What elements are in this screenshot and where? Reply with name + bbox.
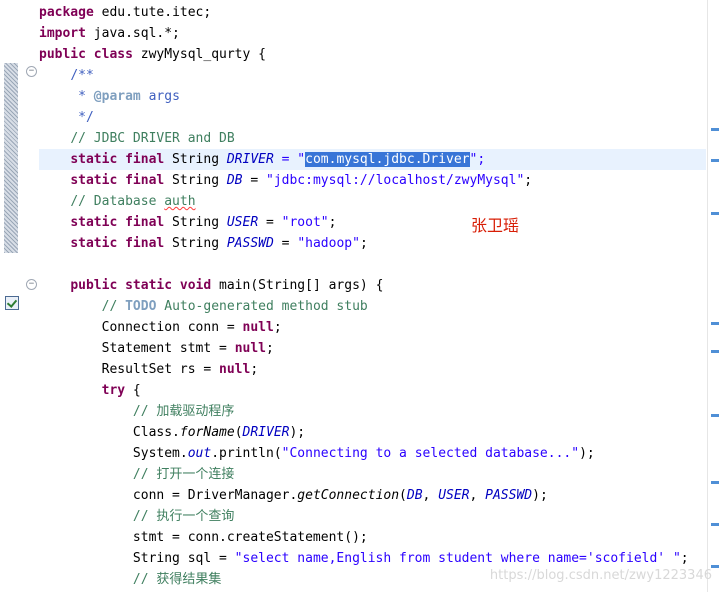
code-editor[interactable]: package edu.tute.itec; import java.sql.*… — [39, 2, 706, 590]
overview-marker[interactable] — [711, 414, 719, 417]
code-line: static final String PASSWD = "hadoop"; — [70, 236, 368, 251]
code-line: // Database auth — [70, 194, 196, 209]
code-line: // 打开一个连接 — [132, 467, 235, 482]
overview-marker[interactable] — [711, 212, 719, 215]
code-line: */ — [70, 110, 94, 125]
overview-marker[interactable] — [711, 128, 719, 131]
overview-ruler[interactable] — [707, 0, 722, 592]
code-line-current: static final String DRIVER = "com.mysql.… — [39, 149, 706, 170]
code-line: stmt = conn.createStatement(); — [132, 530, 368, 545]
code-line: ResultSet rs = null; — [101, 362, 259, 377]
overview-marker[interactable] — [711, 565, 719, 568]
task-marker-icon[interactable] — [5, 296, 19, 310]
code-line: Statement stmt = null; — [101, 341, 274, 356]
code-line: // TODO Auto-generated method stub — [101, 299, 368, 314]
code-line: String sql = "select name,English from s… — [132, 551, 689, 566]
code-line: // 执行一个查询 — [132, 509, 235, 524]
code-line: try { — [101, 383, 141, 398]
watermark: https://blog.csdn.net/zwy1223346 — [489, 568, 712, 583]
code-line: conn = DriverManager.getConnection(DB, U… — [132, 488, 548, 503]
code-line: public class zwyMysql_qurty { — [39, 47, 266, 62]
overview-marker[interactable] — [711, 322, 719, 325]
code-line: Class.forName(DRIVER); — [132, 425, 306, 440]
code-line: /** — [70, 68, 94, 83]
overview-marker[interactable] — [711, 350, 719, 353]
spelling-warning[interactable]: auth — [164, 194, 195, 209]
code-line: public static void main(String[] args) { — [70, 278, 384, 293]
overview-marker[interactable] — [711, 159, 719, 162]
text-selection[interactable]: com.mysql.jdbc.Driver — [305, 152, 470, 167]
fold-toggle-icon[interactable]: − — [26, 66, 37, 77]
code-line: import java.sql.*; — [39, 26, 180, 41]
fold-toggle-icon[interactable]: − — [26, 279, 37, 290]
code-line: static final String USER = "root"; — [70, 215, 337, 230]
code-line: // JDBC DRIVER and DB — [70, 131, 235, 146]
code-line: package edu.tute.itec; — [39, 5, 212, 20]
code-line: // 加载驱动程序 — [132, 404, 235, 419]
code-line: * @param args — [70, 89, 180, 104]
editor-gutter — [0, 0, 20, 592]
code-line: static final String DB = "jdbc:mysql://l… — [70, 173, 533, 188]
overview-marker[interactable] — [711, 481, 719, 484]
quick-diff-bar — [4, 63, 18, 253]
code-line: Connection conn = null; — [101, 320, 282, 335]
author-annotation: 张卫瑶 — [471, 216, 520, 235]
code-line: System.out.println("Connecting to a sele… — [132, 446, 595, 461]
overview-marker[interactable] — [711, 523, 719, 526]
